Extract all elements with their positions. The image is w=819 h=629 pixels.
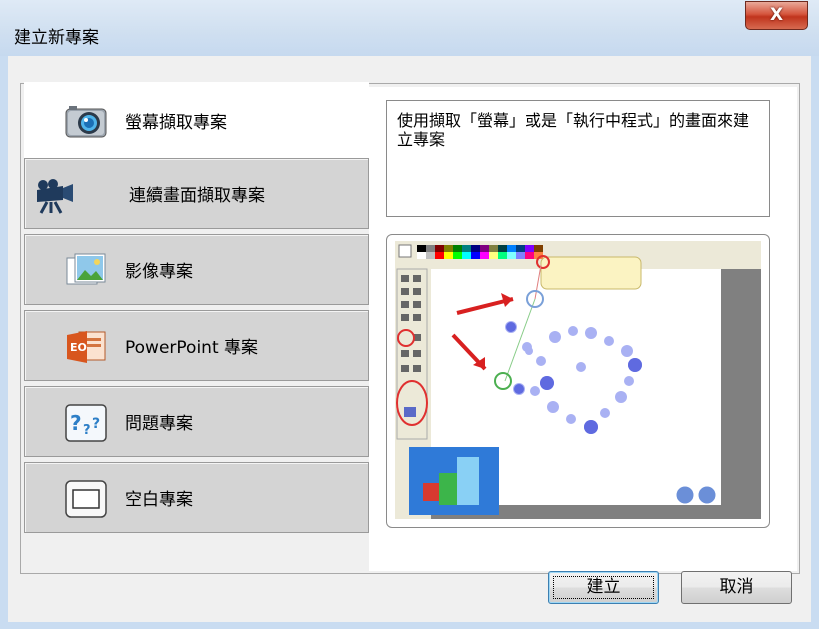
svg-text:?: ? [83, 423, 91, 438]
create-button[interactable]: 建立 [548, 571, 659, 604]
close-button[interactable]: X [745, 1, 808, 30]
tab-powerpoint[interactable]: EO PowerPoint 專案 [24, 310, 369, 381]
cancel-button[interactable]: 取消 [681, 571, 792, 604]
tab-screen-capture[interactable]: 螢幕擷取專案 [24, 82, 369, 158]
image-icon [66, 253, 106, 285]
cancel-button-label: 取消 [719, 577, 754, 597]
title-bar[interactable]: 建立新專案 X [0, 0, 819, 56]
tab-blank[interactable]: 空白專案 [24, 462, 369, 533]
dialog-client-area: 螢幕擷取專案 連續畫面擷取專案 影像專案 EO PowerPoint 專案 ? … [8, 56, 811, 622]
description-box: 使用擷取「螢幕」或是「執行中程式」的畫面來建立專案 [386, 100, 770, 217]
svg-text:EO: EO [70, 341, 87, 354]
question-icon: ? ? ? [65, 404, 107, 442]
tab-video-capture[interactable]: 連續畫面擷取專案 [24, 158, 369, 229]
camera-icon [65, 106, 107, 138]
dialog-window: 建立新專案 X 螢幕擷取專案 連續畫面擷取專案 影像專案 EO PowerPoi… [0, 0, 819, 629]
project-type-group: 螢幕擷取專案 連續畫面擷取專案 影像專案 EO PowerPoint 專案 ? … [20, 82, 800, 574]
preview-frame [386, 234, 770, 528]
blank-page-icon [65, 480, 107, 518]
focus-rect [553, 576, 654, 599]
tab-label-video-capture: 連續畫面擷取專案 [129, 186, 265, 206]
preview-image [395, 241, 761, 519]
svg-text:?: ? [92, 416, 100, 432]
video-camera-icon [37, 179, 73, 214]
tab-image[interactable]: 影像專案 [24, 234, 369, 305]
close-icon: X [769, 5, 784, 25]
powerpoint-icon: EO [67, 331, 106, 363]
screen-capture-illustration [395, 241, 761, 519]
tab-label-powerpoint: PowerPoint 專案 [125, 338, 259, 358]
tab-question[interactable]: ? ? ? 問題專案 [24, 386, 369, 457]
tab-label-blank: 空白專案 [125, 490, 193, 510]
tab-label-screen-capture: 螢幕擷取專案 [125, 112, 227, 133]
svg-text:?: ? [70, 411, 82, 435]
description-text: 使用擷取「螢幕」或是「執行中程式」的畫面來建立專案 [397, 111, 750, 149]
window-title: 建立新專案 [14, 28, 99, 48]
tab-label-image: 影像專案 [125, 262, 193, 282]
tab-content-panel: 使用擷取「螢幕」或是「執行中程式」的畫面來建立專案 [369, 87, 797, 571]
tab-label-question: 問題專案 [125, 414, 193, 434]
